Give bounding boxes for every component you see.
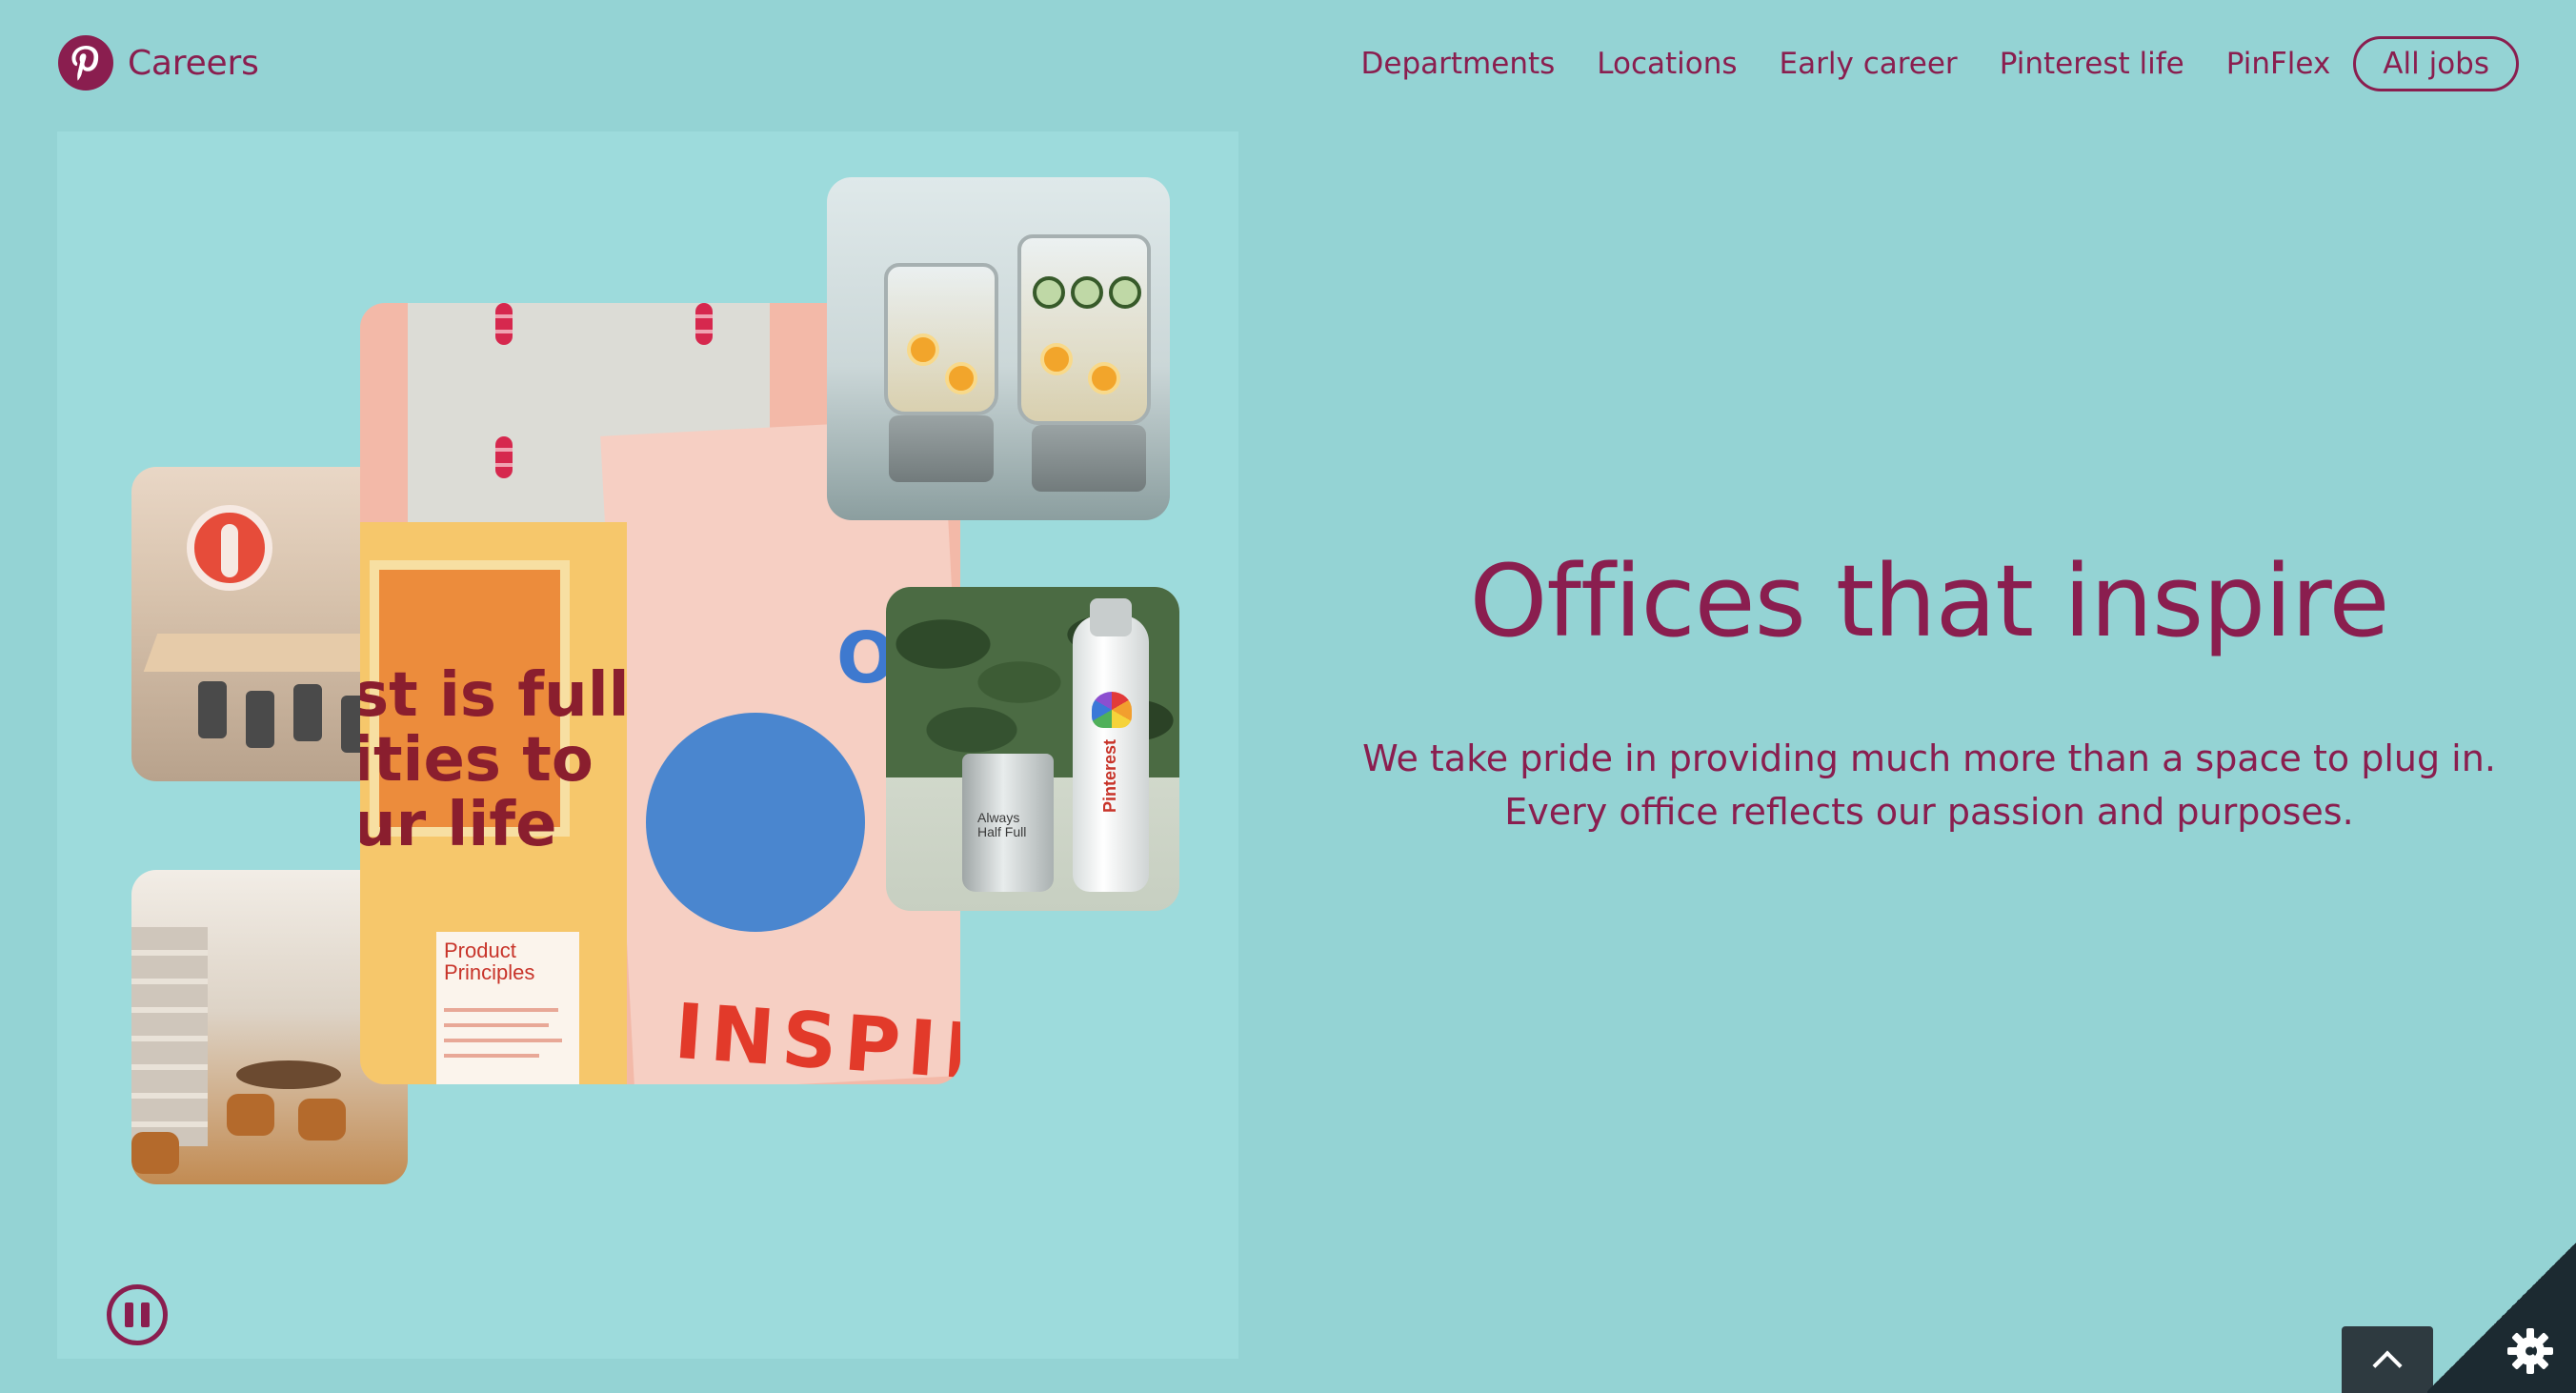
site-header: Careers Departments Locations Early care… [0,0,2576,133]
nav-early-career[interactable]: Early career [1780,37,1958,91]
jar-dispenser-base [1032,425,1146,492]
pin-dot-icon [495,303,513,345]
primary-nav: Departments Locations Early career Pinte… [1361,36,2519,91]
bottle-brand-text: Pinterest [1100,739,1119,814]
cucumber-slice [1033,276,1065,309]
all-jobs-button[interactable]: All jobs [2353,36,2519,91]
careers-page: Careers Departments Locations Early care… [0,0,2576,1393]
office-media-carousel: st is full ities to ur life OME Product … [57,131,1238,1359]
drink-jar [1017,234,1151,425]
cucumber-slice [1109,276,1141,309]
collage-blue-circle [646,713,865,932]
bottle-photo-tile: Always Half Full Pinterest [886,587,1179,911]
collage-card-line [444,1023,549,1027]
chevron-up-icon [2372,1350,2403,1381]
office-chair [293,684,322,741]
cup-label: Always Half Full [977,810,1027,840]
pause-icon [141,1302,150,1327]
bottle-cap [1090,598,1132,636]
careers-home-link[interactable]: Careers [57,34,259,91]
gear-icon [2507,1328,2553,1374]
collage-headline-fragment: st is full ities to ur life [360,660,630,860]
citrus-slice [1040,343,1073,375]
pin-dot-icon [495,436,513,478]
collage-card: Product Principles [436,932,579,1084]
collage-card-line [444,1054,539,1058]
cafe-seat [227,1094,274,1136]
nav-pinflex[interactable]: PinFlex [2226,37,2331,91]
rainbow-heart-icon [1092,692,1132,728]
pinterest-sign-icon [187,505,272,591]
drink-jar [884,263,998,415]
citrus-slice [907,333,939,366]
office-chair [246,691,274,748]
collage-card-title: Product Principles [444,939,535,985]
cafe-seat [298,1099,346,1141]
jar-dispenser-base [889,415,994,482]
pause-button[interactable] [107,1284,168,1345]
pin-dot-icon [695,303,713,345]
nav-pinterest-life[interactable]: Pinterest life [2000,37,2184,91]
nav-locations[interactable]: Locations [1597,37,1737,91]
cafe-seat [131,1132,179,1174]
pinterest-logo-icon [58,35,113,91]
office-table [143,634,387,672]
cucumber-slice [1071,276,1103,309]
collage-card-line [444,1039,562,1042]
nav-departments[interactable]: Departments [1361,37,1556,91]
drinks-photo-tile [827,177,1170,520]
collage-card-line [444,1008,558,1012]
cookie-settings-button[interactable] [2427,1241,2576,1393]
back-to-top-button[interactable] [2342,1326,2433,1393]
steel-cup: Always Half Full [962,754,1054,892]
brand-label: Careers [128,43,259,83]
office-chair [198,681,227,738]
citrus-slice [945,362,977,394]
cafe-shelf [131,927,208,1146]
cafe-table [236,1060,341,1089]
hero-description: We take pride in providing much more tha… [1362,737,2496,833]
page-title: Offices that inspire [1469,543,2389,659]
pause-icon [125,1302,133,1327]
citrus-slice [1088,362,1120,394]
